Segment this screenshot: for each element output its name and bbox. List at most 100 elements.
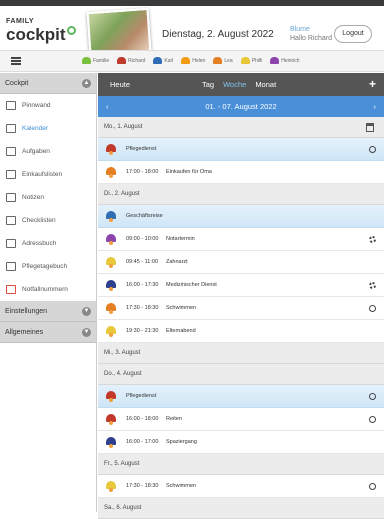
pinnwand-icon bbox=[6, 101, 16, 110]
member-name: Philli bbox=[251, 57, 263, 64]
sidebar-section-einstellungen[interactable]: Einstellungen ▼ bbox=[0, 301, 96, 322]
family-bar: Familie Richard Karl Helen Lea Philli Heinrich bbox=[0, 50, 384, 72]
tab-tag[interactable]: Tag bbox=[202, 80, 214, 89]
member-hat-icon bbox=[106, 303, 116, 314]
member-hat-icon bbox=[106, 167, 116, 178]
member-name: Heinrich bbox=[281, 57, 300, 64]
section-label: Cockpit bbox=[5, 80, 29, 87]
event-row[interactable]: Pflegedienst bbox=[98, 138, 384, 161]
calendar-main: Heute Tag Woche Monat + ‹ 01. - 07. August… bbox=[98, 73, 384, 519]
menu-icon[interactable] bbox=[11, 57, 21, 65]
section-label: Allgemeines bbox=[5, 329, 44, 336]
birthday-icon[interactable] bbox=[366, 123, 374, 132]
family-photo bbox=[86, 7, 152, 57]
family-member[interactable]: Heinrich bbox=[270, 57, 300, 64]
logout-button[interactable]: Logout bbox=[334, 25, 372, 43]
app-header: FAMILY cockpit Dienstag, 2. August 2022 … bbox=[0, 6, 384, 57]
day-list: Mo., 1. August Pflegedienst 17:00 - 18:00 E… bbox=[98, 117, 384, 519]
family-member[interactable]: Philli bbox=[240, 57, 263, 64]
event-time: 16:00 - 18:00 bbox=[126, 416, 159, 422]
member-name: Richard bbox=[128, 57, 146, 64]
family-member[interactable]: Karl bbox=[153, 57, 173, 64]
sidebar-item-aufgaben[interactable]: Aufgaben bbox=[0, 140, 96, 163]
member-icon bbox=[117, 57, 127, 64]
event-row[interactable]: Pflegedienst bbox=[98, 385, 384, 408]
event-row[interactable]: 19:30 - 21:30 Elternabend bbox=[98, 320, 384, 343]
event-row[interactable]: 09:00 - 10:00 Notartermin bbox=[98, 228, 384, 251]
current-date: Dienstag, 2. August 2022 bbox=[162, 29, 274, 40]
member-hat-icon bbox=[106, 257, 116, 268]
sidebar: Cockpit ▲ Pinnwand Kalender Aufgaben Einkauf… bbox=[0, 73, 97, 512]
day-label: Mi., 3. August bbox=[104, 350, 141, 356]
sidebar-item-label: Adressbuch bbox=[22, 240, 57, 247]
event-time: 19:30 - 21:30 bbox=[126, 328, 159, 334]
day-header: Fr., 5. August bbox=[98, 454, 384, 475]
family-member[interactable]: Richard bbox=[117, 57, 145, 64]
event-time: 17:00 - 18:00 bbox=[126, 169, 159, 175]
event-time: 16:00 - 17:00 bbox=[126, 439, 159, 445]
next-week-button[interactable]: › bbox=[374, 96, 377, 117]
sidebar-section-cockpit[interactable]: Cockpit ▲ bbox=[0, 73, 96, 94]
status-circle-icon bbox=[369, 393, 376, 400]
day-header: Sa., 6. August bbox=[98, 498, 384, 519]
event-row[interactable]: 16:00 - 17:30 Medizinischer Dienst bbox=[98, 274, 384, 297]
family-member[interactable]: Familie bbox=[82, 57, 109, 64]
family-member[interactable]: Helen bbox=[181, 57, 205, 64]
prev-week-button[interactable]: ‹ bbox=[106, 96, 109, 117]
member-hat-icon bbox=[106, 211, 116, 222]
kalender-icon bbox=[6, 124, 16, 133]
event-time: 17:30 - 18:30 bbox=[126, 483, 159, 489]
member-hat-icon bbox=[106, 414, 116, 425]
tab-woche[interactable]: Woche bbox=[223, 80, 246, 89]
today-button[interactable]: Heute bbox=[110, 80, 130, 89]
sidebar-item-notizen[interactable]: Notizen bbox=[0, 186, 96, 209]
logo-cockpit: cockpit bbox=[6, 25, 66, 44]
member-hat-icon bbox=[106, 280, 116, 291]
event-row[interactable]: 09:45 - 11:00 Zahnarzt bbox=[98, 251, 384, 274]
sidebar-item-label: Pflegetagebuch bbox=[22, 263, 68, 270]
sidebar-item-pinnwand[interactable]: Pinnwand bbox=[0, 94, 96, 117]
day-label: Mo., 1. August bbox=[104, 124, 143, 130]
event-title: Einkaufen für Oma bbox=[166, 169, 212, 175]
member-name: Karl bbox=[164, 57, 174, 64]
day-label: Sa., 6. August bbox=[104, 505, 142, 511]
sidebar-items: Pinnwand Kalender Aufgaben Einkaufslisten No… bbox=[0, 94, 96, 301]
day-header: Mo., 1. August bbox=[98, 117, 384, 138]
sidebar-item-adressbuch[interactable]: Adressbuch bbox=[0, 232, 96, 255]
event-row[interactable]: 17:30 - 18:30 Schwimmen bbox=[98, 297, 384, 320]
member-name: Familie bbox=[93, 57, 110, 64]
member-icon bbox=[240, 57, 250, 64]
checklisten-icon bbox=[6, 216, 16, 225]
family-member[interactable]: Lea bbox=[213, 57, 233, 64]
event-row[interactable]: 17:30 - 18:30 Schwimmen bbox=[98, 475, 384, 498]
member-hat-icon bbox=[106, 144, 116, 155]
adressbuch-icon bbox=[6, 239, 16, 248]
sidebar-item-kalender[interactable]: Kalender bbox=[0, 117, 96, 140]
event-row[interactable]: Geschäftsreise bbox=[98, 205, 384, 228]
event-row[interactable]: 16:00 - 18:00 Reiten bbox=[98, 408, 384, 431]
user-greeting: Hallo Richard bbox=[290, 35, 333, 42]
event-title: Spaziergang bbox=[166, 439, 197, 445]
sidebar-item-einkaufslisten[interactable]: Einkaufslisten bbox=[0, 163, 96, 186]
event-row[interactable]: 17:00 - 18:00 Einkaufen für Oma bbox=[98, 161, 384, 184]
event-row[interactable]: 16:00 - 17:00 Spaziergang bbox=[98, 431, 384, 454]
aufgaben-icon bbox=[6, 147, 16, 156]
week-label: 01. - 07. August 2022 bbox=[205, 102, 277, 111]
member-icon bbox=[82, 57, 91, 64]
day-header: Do., 4. August bbox=[98, 364, 384, 385]
chevron-down-icon: ▼ bbox=[82, 328, 91, 337]
member-hat-icon bbox=[106, 437, 116, 448]
view-tabs: Tag Woche Monat bbox=[202, 80, 276, 89]
chevron-up-icon: ▲ bbox=[82, 79, 91, 88]
logo-dot-icon bbox=[66, 26, 76, 35]
sidebar-item-checklisten[interactable]: Checklisten bbox=[0, 209, 96, 232]
tab-monat[interactable]: Monat bbox=[255, 80, 276, 89]
day-label: Fr., 5. August bbox=[104, 461, 140, 467]
sidebar-item-pflegetagebuch[interactable]: Pflegetagebuch bbox=[0, 255, 96, 278]
sidebar-item-notfallnummern[interactable]: Notfallnummern bbox=[0, 278, 96, 301]
sidebar-item-label: Notizen bbox=[22, 194, 45, 201]
day-header: Di., 2. August bbox=[98, 184, 384, 205]
add-event-button[interactable]: + bbox=[369, 77, 376, 91]
sidebar-section-allgemeines[interactable]: Allgemeines ▼ bbox=[0, 322, 96, 343]
day-label: Do., 4. August bbox=[104, 371, 142, 377]
